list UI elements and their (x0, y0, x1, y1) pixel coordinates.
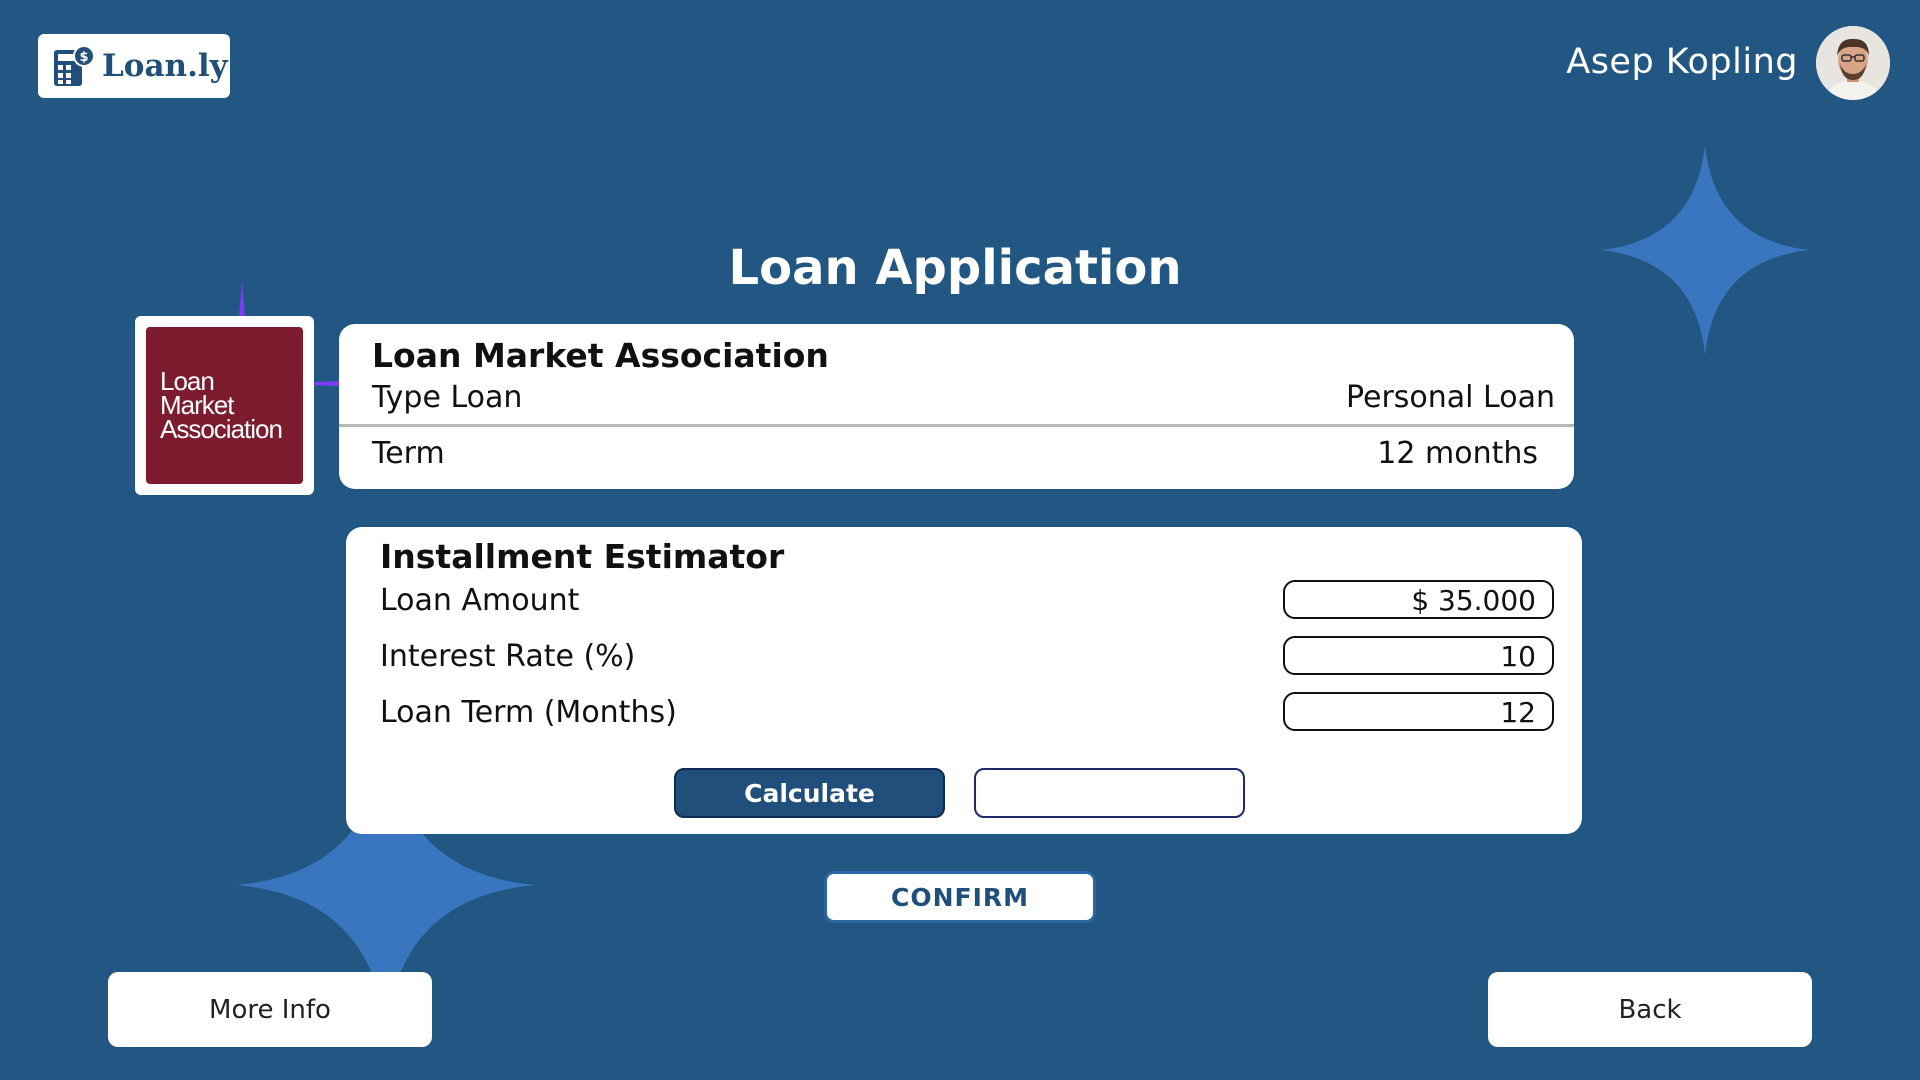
calculate-button[interactable]: Calculate (674, 768, 945, 818)
installment-result (974, 768, 1245, 818)
interest-rate-input[interactable] (1283, 636, 1554, 675)
confirm-button[interactable]: CONFIRM (824, 871, 1096, 923)
brand-name: Loan.ly (102, 48, 228, 84)
user-name: Asep Kopling (1566, 42, 1798, 82)
divider (339, 424, 1574, 427)
lender-name: Loan Market Association (372, 336, 829, 375)
loan-amount-input[interactable] (1283, 580, 1554, 619)
estimator-title: Installment Estimator (380, 537, 785, 576)
page-title: Loan Application (728, 240, 1182, 296)
loan-amount-label: Loan Amount (380, 583, 580, 618)
loan-info-card: Loan Market Association Type Loan Person… (339, 324, 1574, 489)
lender-logo: Loan Market Association (135, 316, 314, 495)
type-loan-value: Personal Loan (1345, 380, 1555, 415)
calculator-dollar-icon: $ (54, 45, 95, 86)
svg-text:$: $ (79, 50, 88, 65)
interest-rate-label: Interest Rate (%) (380, 639, 636, 674)
back-button[interactable]: Back (1488, 972, 1812, 1047)
avatar[interactable] (1816, 26, 1890, 100)
installment-estimator-card: Installment Estimator Loan Amount Intere… (346, 527, 1582, 834)
type-loan-label: Type Loan (372, 380, 523, 415)
loan-term-input[interactable] (1283, 692, 1554, 731)
term-label: Term (372, 436, 445, 471)
brand-logo[interactable]: $ Loan.ly (38, 34, 230, 98)
more-info-button[interactable]: More Info (108, 972, 432, 1047)
term-value: 12 months (1377, 436, 1538, 471)
loan-term-label: Loan Term (Months) (380, 695, 677, 730)
